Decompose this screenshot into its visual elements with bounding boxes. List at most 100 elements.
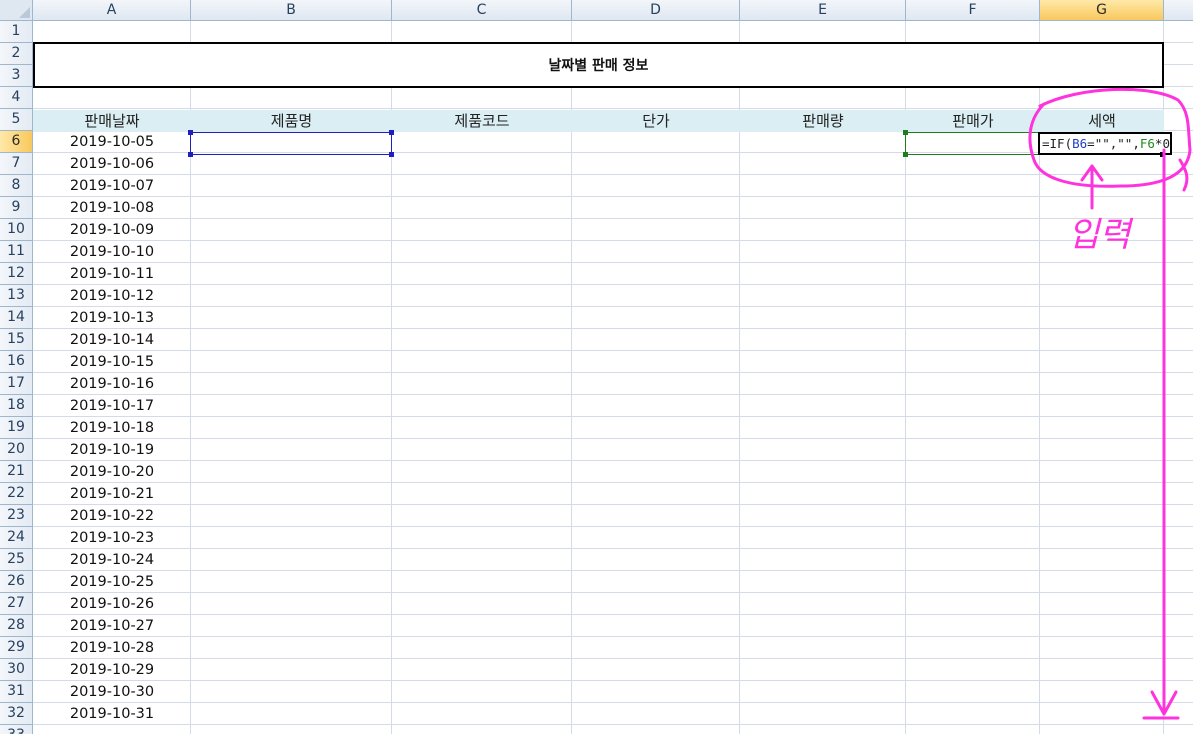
column-header-a[interactable]: A	[33, 0, 191, 21]
row-header-30[interactable]: 30	[0, 659, 33, 681]
header-sale-price[interactable]: 판매가	[906, 110, 1040, 132]
row-header-22[interactable]: 22	[0, 483, 33, 505]
date-cell[interactable]: 2019-10-18	[34, 417, 190, 439]
row-header-11[interactable]: 11	[0, 241, 33, 263]
gridline	[33, 592, 1193, 593]
date-cell[interactable]: 2019-10-27	[34, 615, 190, 637]
row-header-2[interactable]: 2	[0, 43, 33, 65]
row-header-13[interactable]: 13	[0, 285, 33, 307]
column-header-b[interactable]: B	[191, 0, 392, 21]
date-cell[interactable]: 2019-10-09	[34, 219, 190, 241]
date-cell[interactable]: 2019-10-10	[34, 241, 190, 263]
date-cell[interactable]: 2019-10-25	[34, 571, 190, 593]
row-header-21[interactable]: 21	[0, 461, 33, 483]
row-header-10[interactable]: 10	[0, 219, 33, 241]
gridline	[33, 614, 1193, 615]
gridline	[33, 108, 1193, 109]
date-cell[interactable]: 2019-10-15	[34, 351, 190, 373]
column-header-c[interactable]: C	[392, 0, 572, 21]
formula-suffix: *0.1)	[1154, 136, 1170, 151]
date-cell[interactable]: 2019-10-23	[34, 527, 190, 549]
column-header-g[interactable]: G	[1040, 0, 1164, 21]
row-header-31[interactable]: 31	[0, 681, 33, 703]
date-cell[interactable]: 2019-10-30	[34, 681, 190, 703]
reference-handle[interactable]	[389, 152, 394, 157]
date-cell[interactable]: 2019-10-29	[34, 659, 190, 681]
row-header-19[interactable]: 19	[0, 417, 33, 439]
row-header-14[interactable]: 14	[0, 307, 33, 329]
gridline	[33, 240, 1193, 241]
reference-handle[interactable]	[389, 130, 394, 135]
reference-handle[interactable]	[188, 152, 193, 157]
row-header-16[interactable]: 16	[0, 351, 33, 373]
annotation-up-arrow	[1080, 164, 1104, 210]
date-cell[interactable]: 2019-10-22	[34, 505, 190, 527]
date-cell[interactable]: 2019-10-06	[34, 153, 190, 175]
sheet-title-cell[interactable]: 날짜별 판매 정보	[33, 42, 1164, 88]
annotation-text: 입력	[1068, 215, 1134, 255]
header-sale-date[interactable]: 판매날짜	[33, 110, 191, 132]
header-product-code[interactable]: 제품코드	[392, 110, 572, 132]
date-cell[interactable]: 2019-10-21	[34, 483, 190, 505]
row-header-18[interactable]: 18	[0, 395, 33, 417]
row-header-29[interactable]: 29	[0, 637, 33, 659]
formula-reference-b6[interactable]	[190, 132, 392, 155]
row-header-24[interactable]: 24	[0, 527, 33, 549]
row-header-4[interactable]: 4	[0, 87, 33, 109]
date-cell[interactable]: 2019-10-20	[34, 461, 190, 483]
date-cell[interactable]: 2019-10-31	[34, 703, 190, 725]
date-cell[interactable]: 2019-10-17	[34, 395, 190, 417]
row-header-6[interactable]: 6	[0, 131, 33, 153]
header-tax[interactable]: 세액	[1040, 110, 1164, 132]
gridline	[33, 218, 1193, 219]
row-header-7[interactable]: 7	[0, 153, 33, 175]
annotation-tail	[1178, 158, 1189, 192]
row-header-9[interactable]: 9	[0, 197, 33, 219]
row-header-17[interactable]: 17	[0, 373, 33, 395]
date-cell[interactable]: 2019-10-13	[34, 307, 190, 329]
row-header-32[interactable]: 32	[0, 703, 33, 725]
date-cell[interactable]: 2019-10-16	[34, 373, 190, 395]
reference-handle[interactable]	[903, 130, 908, 135]
column-header-d[interactable]: D	[572, 0, 740, 21]
gridline	[33, 504, 1193, 505]
header-quantity[interactable]: 판매량	[740, 110, 906, 132]
reference-handle[interactable]	[903, 152, 908, 157]
row-header-15[interactable]: 15	[0, 329, 33, 351]
row-header-5[interactable]: 5	[0, 109, 33, 131]
date-cell[interactable]: 2019-10-14	[34, 329, 190, 351]
formula-middle: ="","",	[1087, 136, 1140, 151]
date-cell[interactable]: 2019-10-28	[34, 637, 190, 659]
spreadsheet[interactable]: A B C D E F G 1 2 3 4 5 6 7 8 9 10 11 12 13 14 15 16 17 1…	[0, 0, 1193, 734]
date-cell[interactable]: 2019-10-05	[34, 131, 190, 153]
row-header-28[interactable]: 28	[0, 615, 33, 637]
row-header-23[interactable]: 23	[0, 505, 33, 527]
select-all-corner[interactable]	[0, 0, 33, 21]
header-product-name[interactable]: 제품명	[191, 110, 392, 132]
column-header-h[interactable]	[1164, 0, 1193, 21]
date-cell[interactable]: 2019-10-07	[34, 175, 190, 197]
date-cell[interactable]: 2019-10-12	[34, 285, 190, 307]
gridline	[33, 482, 1193, 483]
column-header-e[interactable]: E	[740, 0, 906, 21]
row-header-26[interactable]: 26	[0, 571, 33, 593]
active-cell-g6[interactable]: =IF(B6="","",F6*0.1)	[1038, 132, 1172, 155]
row-header-33[interactable]: 33	[0, 725, 33, 734]
row-header-1[interactable]: 1	[0, 21, 33, 43]
row-header-27[interactable]: 27	[0, 593, 33, 615]
header-unit-price[interactable]: 단가	[572, 110, 740, 132]
fill-handle[interactable]	[1160, 152, 1165, 157]
date-cell[interactable]: 2019-10-26	[34, 593, 190, 615]
row-header-25[interactable]: 25	[0, 549, 33, 571]
row-header-8[interactable]: 8	[0, 175, 33, 197]
date-cell[interactable]: 2019-10-19	[34, 439, 190, 461]
date-cell[interactable]: 2019-10-08	[34, 197, 190, 219]
formula-reference-f6[interactable]	[905, 132, 1040, 155]
reference-handle[interactable]	[188, 130, 193, 135]
date-cell[interactable]: 2019-10-11	[34, 263, 190, 285]
row-header-3[interactable]: 3	[0, 65, 33, 87]
row-header-20[interactable]: 20	[0, 439, 33, 461]
date-cell[interactable]: 2019-10-24	[34, 549, 190, 571]
row-header-12[interactable]: 12	[0, 263, 33, 285]
column-header-f[interactable]: F	[906, 0, 1040, 21]
